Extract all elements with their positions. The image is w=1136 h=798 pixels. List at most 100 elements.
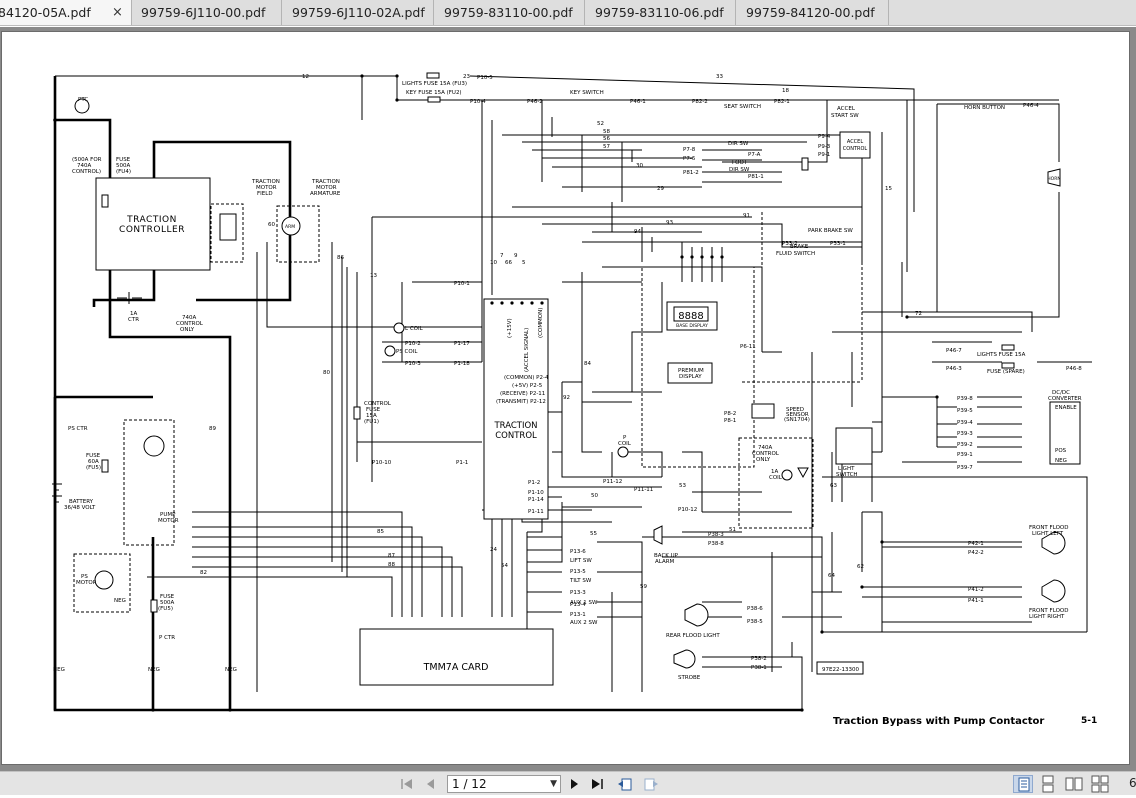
note-label: CONTROL) [72, 169, 101, 175]
wire-number: 85 [377, 529, 384, 535]
backup-alarm-label: ALARM [655, 559, 675, 565]
lights-fuse-15a-label: LIGHTS FUSE 15A [977, 352, 1026, 358]
page-code: 5-1 [1081, 716, 1097, 726]
document-viewport[interactable]: TRACTION CONTROLLER TRACTION CONTROL TMM… [0, 27, 1136, 771]
wire-number: 55 [590, 531, 597, 537]
wiring-schematic: TRACTION CONTROLLER TRACTION CONTROL TMM… [52, 72, 1097, 727]
tab-99759-6j110-02a[interactable]: 99759-6J110-02A.pdf [282, 0, 434, 25]
wire-number: 50 [591, 493, 598, 499]
traction-controller-label: CONTROLLER [119, 225, 185, 235]
page-navigation-toolbar: 1 / 12 ▼ 6 [0, 771, 1136, 795]
connector-label: P13-5 [570, 569, 586, 575]
front-flood-left-label: LIGHT LEFT [1032, 531, 1064, 537]
connector-label: P13-6 [570, 549, 586, 555]
tab-84120-05a[interactable]: 84120-05A.pdf × [0, 0, 132, 25]
l-coil-label: L COIL [405, 326, 424, 332]
next-page-icon[interactable] [566, 776, 582, 792]
accel-start-label: ACCEL [837, 106, 856, 112]
connector-label: P11-11 [634, 487, 653, 493]
connector-label: P11-12 [603, 479, 622, 485]
connector-label: P13-3 [570, 590, 586, 596]
wire-number: 51 [729, 527, 736, 533]
wire-number: 30 [636, 163, 643, 169]
aux2-sw-label: AUX 2 SW [570, 620, 598, 626]
chevron-down-icon[interactable]: ▼ [550, 776, 557, 792]
fuse-spare-label: FUSE (SPARE) [987, 369, 1025, 375]
schematic-labels: TRACTION CONTROLLER TRACTION CONTROL TMM… [53, 74, 1097, 727]
single-page-icon [1018, 777, 1030, 792]
fuse-60a-label: (FU5) [86, 465, 101, 471]
page-number-input[interactable]: 1 / 12 ▼ [447, 775, 561, 793]
connector-label: P46-7 [946, 348, 962, 354]
tab-99759-83110-00[interactable]: 99759-83110-00.pdf [434, 0, 585, 25]
connector-label: P8-1 [724, 418, 736, 424]
wire-number: 88 [388, 562, 395, 568]
tab-99759-83110-06[interactable]: 99759-83110-06.pdf [585, 0, 736, 25]
first-page-icon[interactable] [399, 776, 415, 792]
previous-page-icon[interactable] [423, 776, 439, 792]
accel-control-label: CONTROL [843, 146, 868, 152]
wire-number: 15 [885, 186, 892, 192]
pump-motor-label: MOTOR [158, 518, 179, 524]
seat-switch-label: SEAT SWITCH [724, 104, 761, 110]
display-digits: 8888 [678, 311, 703, 322]
tab-99759-6j110-00[interactable]: 99759-6J110-00.pdf [132, 0, 282, 25]
zoom-level-partial[interactable]: 6 [1129, 776, 1136, 790]
control-fuse-label: (FU1) [364, 419, 379, 425]
traction-control-label: TRACTION [493, 421, 537, 431]
transmit-label: (TRANSMIT) P2-12 [496, 399, 546, 405]
common-p2-4-label: (COMMON) P2-4 [504, 375, 549, 381]
connector-label: P7-6 [683, 156, 696, 162]
continuous-facing-view-button[interactable] [1090, 775, 1110, 793]
key-switch-label: KEY SWITCH [570, 90, 604, 96]
wire-number: 24 [490, 547, 497, 553]
wire-number: 58 [603, 129, 610, 135]
speed-sensor-label: (SN1704) [784, 417, 810, 423]
facing-view-button[interactable] [1064, 775, 1084, 793]
wire-number: 63 [830, 483, 837, 489]
last-page-icon[interactable] [589, 776, 605, 792]
drawing-number: 97E22-13300 [822, 667, 859, 673]
connector-label: P9-4 [818, 134, 831, 140]
go-back-view-icon[interactable] [617, 776, 633, 792]
connector-label: P10-3 [405, 361, 421, 367]
wire-number: 5 [522, 260, 526, 266]
accel-start-label: START SW [831, 113, 859, 119]
connector-label: P46-3 [946, 366, 962, 372]
coil-1a-label: COIL [769, 475, 783, 481]
horn-button-label: HORN BUTTON [964, 105, 1005, 111]
connector-label: P9-1 [818, 152, 830, 158]
park-brake-label: PARK BRAKE SW [808, 228, 853, 234]
wire-number: 23 [463, 74, 470, 80]
tab-label: 99759-83110-06.pdf [595, 5, 724, 20]
connector-label: P38-2 [751, 656, 767, 662]
ps-coil-label: PS COIL [396, 349, 418, 355]
connector-label: P13-4 [570, 602, 586, 608]
connector-label: P10-5 [477, 75, 493, 81]
connector-label: P6-11 [740, 344, 756, 350]
rear-flood-label: REAR FLOOD LIGHT [666, 633, 720, 639]
connector-label: P81-1 [748, 174, 764, 180]
connector-label: P7-8 [683, 147, 696, 153]
key-fuse-label: KEY FUSE 15A (FU2) [406, 90, 462, 96]
battery-label: 36/48 VOLT [64, 505, 96, 511]
single-page-view-button[interactable] [1013, 775, 1033, 793]
connector-label: P39-3 [957, 431, 973, 437]
close-tab-icon[interactable]: × [112, 0, 123, 25]
connector-label: P1-18 [454, 361, 470, 367]
connector-label: P33-2 [782, 241, 798, 247]
traction-control-label: CONTROL [495, 431, 537, 441]
accel-control-label: ACCEL [847, 139, 863, 145]
tmm7a-card-label: TMM7A CARD [423, 662, 489, 673]
ptc-label: PTC [78, 97, 88, 103]
wire-number: 59 [640, 584, 647, 590]
tab-99759-84120-00[interactable]: 99759-84120-00.pdf [736, 0, 889, 25]
neg-label: NEG [114, 598, 126, 604]
go-forward-view-icon[interactable] [643, 776, 659, 792]
horn-label: HORN [1047, 176, 1060, 182]
connector-label: P39-5 [957, 408, 973, 414]
connector-label: P38-8 [708, 541, 724, 547]
connector-label: P1-11 [528, 509, 544, 515]
connector-label: P1-1 [456, 460, 468, 466]
continuous-view-button[interactable] [1038, 775, 1058, 793]
